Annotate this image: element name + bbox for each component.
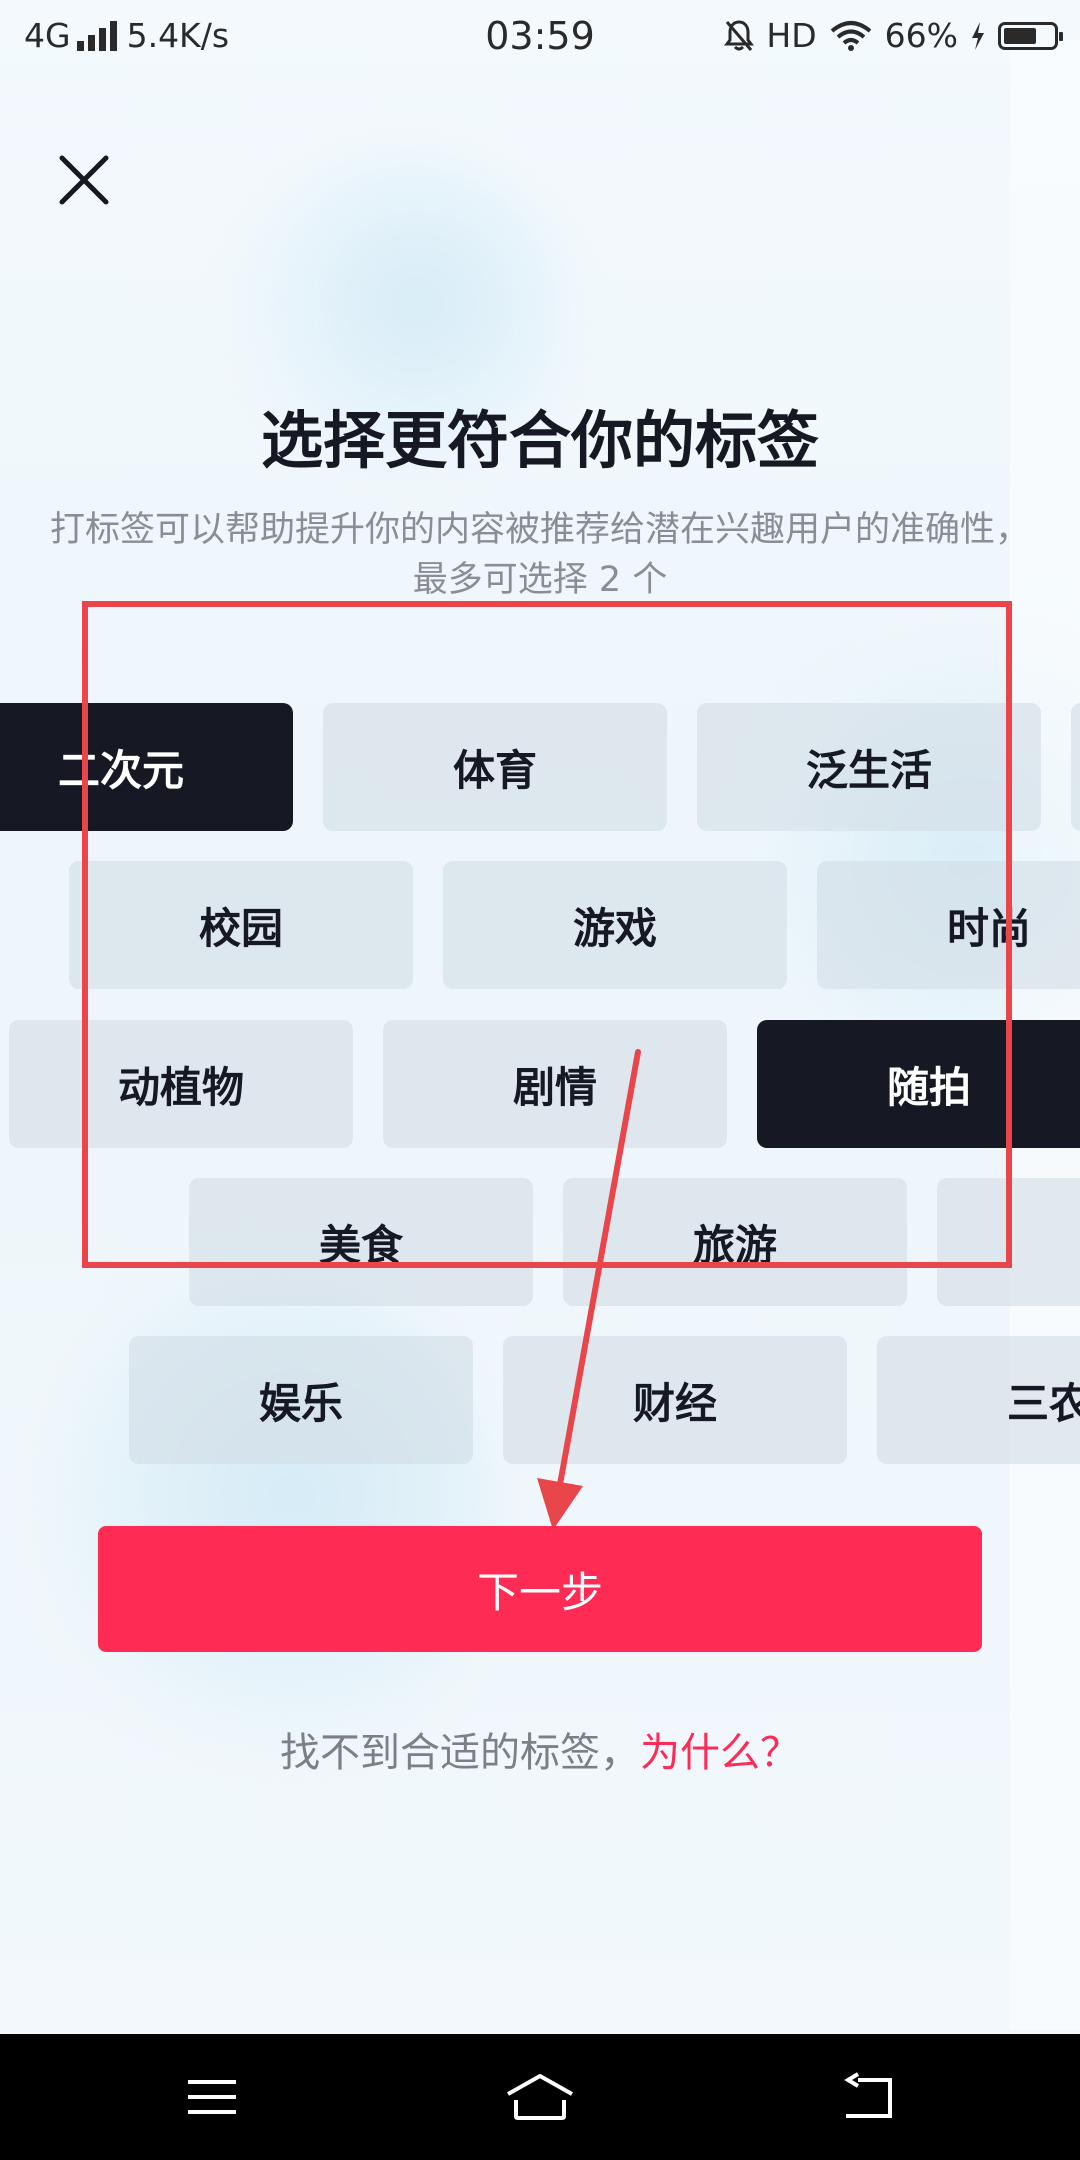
tag-chip[interactable]: 三农: [877, 1336, 1080, 1464]
tag-chip[interactable]: 美食: [189, 1178, 533, 1306]
tag-chip[interactable]: [1071, 703, 1080, 831]
hd-indicator: HD: [766, 16, 817, 55]
tag-chip[interactable]: 剧情: [383, 1020, 727, 1148]
tag-chip[interactable]: 二次元: [0, 703, 293, 831]
tag-chip[interactable]: 财经: [503, 1336, 847, 1464]
wifi-icon: [830, 20, 871, 51]
page-title: 选择更符合你的标签: [260, 404, 819, 477]
battery-icon: [998, 21, 1063, 50]
tag-chip[interactable]: 体育: [323, 703, 667, 831]
help-message: 找不到合适的标签，: [280, 1730, 640, 1776]
charging-icon: [972, 21, 984, 50]
mute-bell-icon: [724, 19, 755, 51]
navigation-bar: [0, 2034, 1080, 2160]
menu-icon[interactable]: [182, 2072, 242, 2122]
battery-percent: 66%: [884, 16, 958, 55]
tag-chip[interactable]: 随拍: [757, 1020, 1080, 1148]
next-button[interactable]: 下一步: [98, 1526, 982, 1652]
tag-chip[interactable]: 动植物: [9, 1020, 353, 1148]
help-text: 找不到合适的标签，为什么？: [0, 1720, 1080, 1778]
tag-chip[interactable]: 游戏: [443, 861, 787, 989]
page-subtitle: 打标签可以帮助提升你的内容被推荐给潜在兴趣用户的准确性，最多可选择 2 个: [50, 510, 1031, 600]
why-link[interactable]: 为什么？: [640, 1730, 800, 1776]
status-bar: 4G 5.4K/s 03:59 HD 66%: [0, 0, 1080, 72]
tag-chip[interactable]: 旅游: [563, 1178, 907, 1306]
tag-chip[interactable]: 时尚: [817, 861, 1080, 989]
close-icon[interactable]: [52, 148, 116, 212]
tag-chip[interactable]: 泛生活: [697, 703, 1041, 831]
tag-chip[interactable]: 校园: [69, 861, 413, 989]
home-icon[interactable]: [504, 2072, 576, 2122]
tag-chip[interactable]: 汽: [937, 1178, 1080, 1306]
back-icon[interactable]: [838, 2072, 898, 2122]
tag-chip[interactable]: 娱乐: [129, 1336, 473, 1464]
